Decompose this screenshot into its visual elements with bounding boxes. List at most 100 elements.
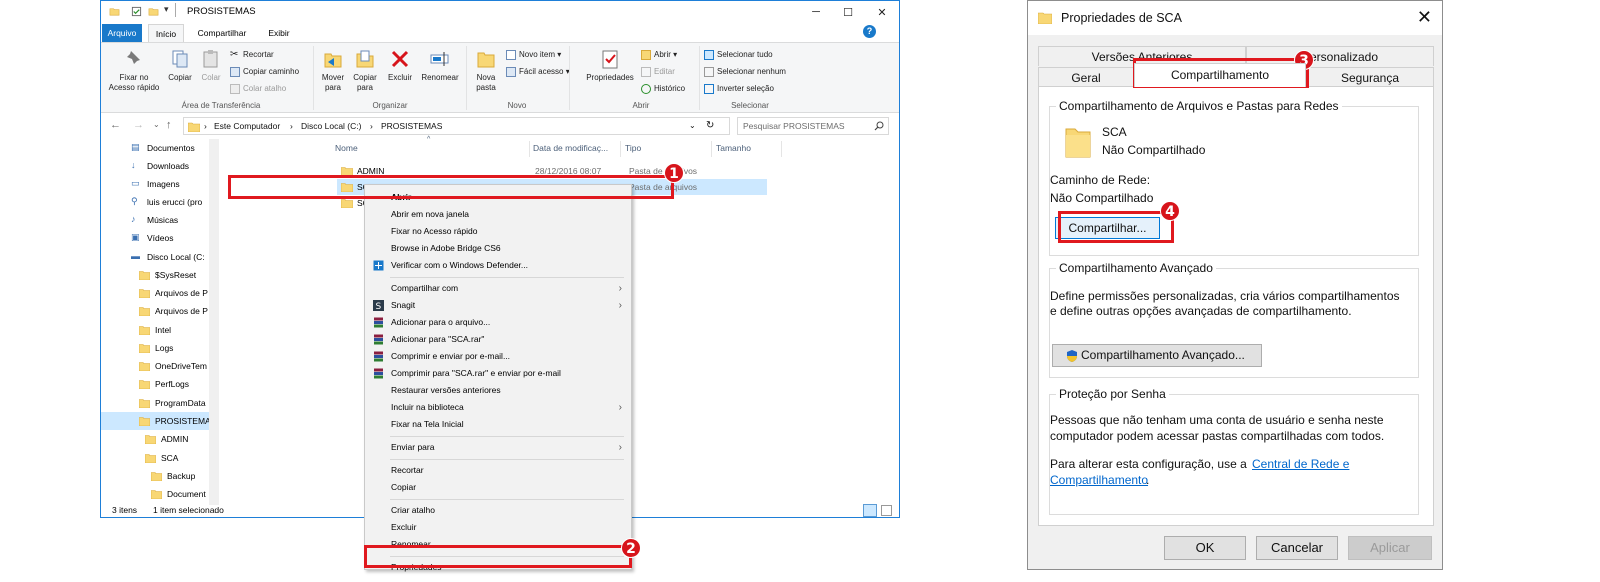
- column-separator: [781, 141, 782, 157]
- nav-item[interactable]: ▬ Disco Local (C:: [101, 248, 209, 266]
- context-menu-item[interactable]: Fixar no Acesso rápido: [366, 223, 630, 240]
- easy-access-icon: [506, 66, 516, 77]
- paste-button[interactable]: Colar: [197, 48, 225, 83]
- back-arrow-icon[interactable]: ←: [110, 119, 121, 131]
- context-menu-item[interactable]: Abrir em nova janela: [366, 206, 630, 223]
- context-menu-item[interactable]: Recortar: [366, 462, 630, 479]
- new-item-button[interactable]: Novo item ▾: [506, 48, 561, 62]
- breadcrumb-disco-local[interactable]: Disco Local (C:): [301, 121, 361, 131]
- nav-item[interactable]: ▣ Vídeos: [101, 229, 209, 247]
- new-folder-icon[interactable]: [148, 6, 159, 17]
- nav-item[interactable]: PerfLogs: [101, 375, 209, 393]
- context-menu-item[interactable]: Copiar: [366, 479, 630, 496]
- nav-item[interactable]: Arquivos de P: [101, 284, 209, 302]
- nav-item[interactable]: ▭ Imagens: [101, 175, 209, 193]
- nav-item[interactable]: ▤ Documentos: [101, 139, 209, 157]
- column-header-tamanho[interactable]: Tamanho: [716, 143, 751, 153]
- breadcrumb-prosistemas[interactable]: PROSISTEMAS: [381, 121, 442, 131]
- forward-arrow-icon[interactable]: →: [133, 119, 144, 131]
- select-none-button[interactable]: Selecionar nenhum: [704, 65, 786, 79]
- delete-button[interactable]: Excluir: [384, 48, 416, 83]
- cut-button[interactable]: ✂ Recortar: [230, 48, 274, 62]
- close-button[interactable]: ✕: [866, 1, 898, 23]
- select-all-button[interactable]: Selecionar tudo: [704, 48, 773, 62]
- navigation-scrollbar[interactable]: [209, 139, 219, 505]
- network-center-link-line2[interactable]: Compartilhamento: [1050, 473, 1148, 487]
- shared-folder-icon: [1065, 128, 1091, 158]
- column-header-data[interactable]: Data de modificaç...: [533, 143, 608, 153]
- context-menu-item[interactable]: Verificar com o Windows Defender...: [366, 257, 630, 274]
- maximize-button[interactable]: ☐: [832, 1, 864, 23]
- context-menu-item[interactable]: Criar atalho: [366, 502, 630, 519]
- invert-selection-button[interactable]: Inverter seleção: [704, 82, 774, 96]
- cancel-button[interactable]: Cancelar: [1256, 536, 1338, 560]
- ok-button[interactable]: OK: [1164, 536, 1246, 560]
- context-menu-item[interactable]: Browse in Adobe Bridge CS6: [366, 240, 630, 257]
- properties-check-icon[interactable]: [131, 6, 142, 17]
- large-icons-view-icon[interactable]: [881, 505, 892, 516]
- advanced-sharing-button[interactable]: Compartilhamento Avançado...: [1052, 344, 1262, 367]
- context-menu-item[interactable]: Comprimir e enviar por e-mail...: [366, 348, 630, 365]
- nav-item[interactable]: ProgramData: [101, 394, 209, 412]
- nav-item[interactable]: ↓ Downloads: [101, 157, 209, 175]
- nav-item[interactable]: Document: [101, 485, 209, 503]
- easy-access-button[interactable]: Fácil acesso ▾: [506, 65, 570, 79]
- nav-item[interactable]: SCA: [101, 449, 209, 467]
- context-menu-item[interactable]: Adicionar para "SCA.rar": [366, 331, 630, 348]
- address-bar[interactable]: › Este Computador › Disco Local (C:) › P…: [183, 117, 730, 135]
- refresh-icon[interactable]: ↻: [706, 120, 714, 131]
- pin-quick-access-button[interactable]: Fixar no Acesso rápido: [103, 48, 165, 92]
- up-arrow-icon[interactable]: ↑: [166, 119, 172, 131]
- context-menu-item[interactable]: Compartilhar com ›: [366, 280, 630, 297]
- copy-path-button[interactable]: Copiar caminho: [230, 65, 299, 79]
- copy-to-button[interactable]: Copiar para: [349, 48, 381, 92]
- tab-inicio[interactable]: Início: [148, 24, 184, 43]
- context-menu-item[interactable]: Adicionar para o arquivo...: [366, 314, 630, 331]
- properties-ribbon-button[interactable]: Propriedades: [583, 48, 637, 83]
- minimize-button[interactable]: ─: [800, 1, 832, 23]
- network-center-link[interactable]: Central de Rede e: [1252, 457, 1349, 471]
- customize-quick-access-icon[interactable]: ▾: [164, 4, 175, 15]
- copy-button[interactable]: Copiar: [165, 48, 195, 83]
- context-menu-item[interactable]: Comprimir para "SCA.rar" e enviar por e-…: [366, 365, 630, 382]
- context-menu-item[interactable]: Fixar na Tela Inicial: [366, 416, 630, 433]
- breadcrumb-este-computador[interactable]: Este Computador: [214, 121, 280, 131]
- nav-item[interactable]: ADMIN: [101, 430, 209, 448]
- column-header-tipo[interactable]: Tipo: [625, 143, 641, 153]
- new-folder-button[interactable]: Nova pasta: [469, 48, 503, 92]
- search-input[interactable]: Pesquisar PROSISTEMAS: [737, 117, 889, 135]
- paste-shortcut-button[interactable]: Colar atalho: [230, 82, 286, 96]
- nav-item[interactable]: Backup: [101, 467, 209, 485]
- open-button[interactable]: Abrir ▾: [641, 48, 677, 62]
- nav-item[interactable]: ♪ Músicas: [101, 211, 209, 229]
- context-menu-item[interactable]: Incluir na biblioteca ›: [366, 399, 630, 416]
- edit-button[interactable]: Editar: [641, 65, 675, 79]
- rename-button[interactable]: Renomear: [419, 48, 461, 83]
- context-menu-item[interactable]: Enviar para ›: [366, 439, 630, 456]
- context-menu-item[interactable]: Excluir: [366, 519, 630, 536]
- history-button[interactable]: Histórico: [641, 82, 685, 96]
- nav-item[interactable]: Logs: [101, 339, 209, 357]
- tab-compartilhar[interactable]: Compartilhar: [191, 24, 253, 42]
- close-icon[interactable]: ✕: [1417, 7, 1432, 28]
- details-view-icon[interactable]: [863, 504, 877, 517]
- tab-exibir[interactable]: Exibir: [261, 24, 297, 42]
- help-icon[interactable]: ?: [863, 25, 876, 38]
- tab-geral[interactable]: Geral: [1038, 67, 1134, 87]
- tab-compartilhamento[interactable]: Compartilhamento: [1134, 63, 1306, 87]
- column-header-nome[interactable]: Nome: [335, 143, 358, 153]
- nav-item[interactable]: $SysReset: [101, 266, 209, 284]
- context-menu-item[interactable]: S Snagit ›: [366, 297, 630, 314]
- apply-button[interactable]: Aplicar: [1348, 536, 1432, 560]
- recent-locations-chevron-icon[interactable]: ⌄: [153, 120, 160, 129]
- address-dropdown-icon[interactable]: ⌄: [689, 121, 696, 130]
- nav-item[interactable]: OneDriveTem: [101, 357, 209, 375]
- nav-item[interactable]: PROSISTEMA: [101, 412, 209, 430]
- nav-item[interactable]: Arquivos de P: [101, 302, 209, 320]
- tab-seguranca[interactable]: Segurança: [1306, 67, 1434, 87]
- nav-item[interactable]: ⚲ luis erucci (pro: [101, 193, 209, 211]
- context-menu-item[interactable]: Restaurar versões anteriores: [366, 382, 630, 399]
- tab-arquivo[interactable]: Arquivo: [102, 24, 142, 42]
- move-to-button[interactable]: Mover para: [317, 48, 349, 92]
- nav-item[interactable]: Intel: [101, 321, 209, 339]
